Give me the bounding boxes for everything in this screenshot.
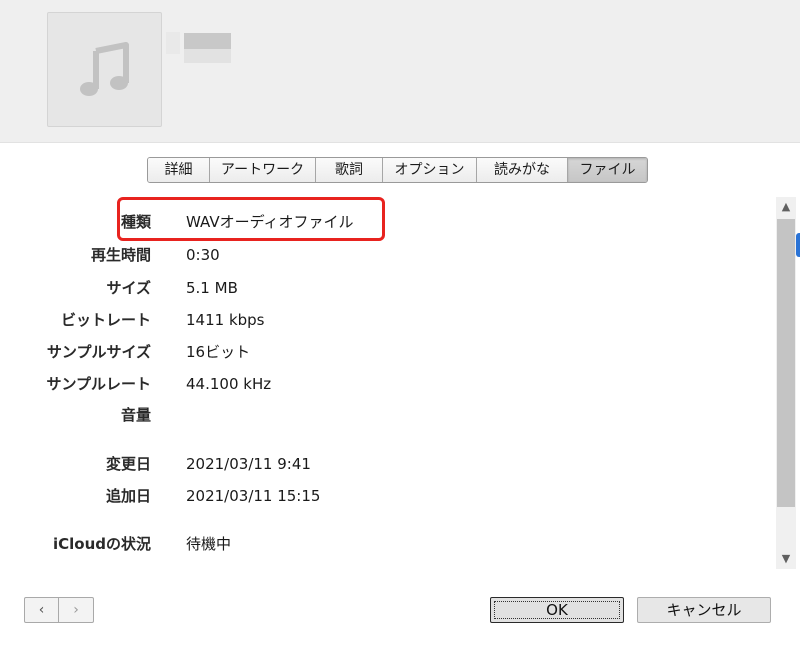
cancel-button[interactable]: キャンセル: [637, 597, 771, 623]
info-row-icloud: iCloudの状況 待機中: [0, 532, 775, 556]
info-row-sample-rate: サンプルレート 44.100 kHz: [0, 372, 775, 396]
modified-value: 2021/03/11 9:41: [186, 455, 311, 473]
focus-ring: [494, 601, 620, 619]
ok-button[interactable]: OK: [490, 597, 624, 623]
window-edge-accent: [796, 233, 800, 257]
volume-label: 音量: [120, 406, 151, 424]
icloud-value: 待機中: [186, 535, 232, 553]
tab-file[interactable]: ファイル: [568, 158, 647, 182]
tab-details[interactable]: 詳細: [148, 158, 210, 182]
tab-options[interactable]: オプション: [383, 158, 477, 182]
scroll-up-icon[interactable]: ▲: [776, 197, 796, 217]
info-row-volume: 音量: [0, 403, 775, 427]
tab-sorting[interactable]: 読みがな: [477, 158, 568, 182]
previous-track-button[interactable]: ‹: [25, 598, 59, 622]
tab-artwork[interactable]: アートワーク: [210, 158, 316, 182]
track-nav: ‹ ›: [24, 597, 94, 623]
size-label: サイズ: [106, 279, 151, 297]
sample-rate-label: サンプルレート: [46, 375, 151, 393]
duration-value: 0:30: [186, 246, 220, 264]
info-row-added: 追加日 2021/03/11 15:15: [0, 484, 775, 508]
info-scrollbar[interactable]: ▲ ▼: [776, 197, 796, 569]
added-value: 2021/03/11 15:15: [186, 487, 321, 505]
tab-lyrics[interactable]: 歌詞: [316, 158, 383, 182]
scroll-down-icon[interactable]: ▼: [776, 549, 796, 569]
duration-label: 再生時間: [90, 246, 151, 264]
icloud-label: iCloudの状況: [52, 535, 151, 553]
music-note-icon: [80, 42, 129, 96]
tab-bar: 詳細 アートワーク 歌詞 オプション 読みがな ファイル: [147, 157, 648, 183]
sample-size-label: サンプルサイズ: [46, 343, 151, 361]
file-info-panel: 種類 WAVオーディオファイル 再生時間 0:30 サイズ 5.1 MB ビット…: [0, 198, 775, 570]
next-track-button[interactable]: ›: [59, 598, 93, 622]
scroll-thumb[interactable]: [777, 219, 795, 507]
info-row-sample-size: サンプルサイズ 16ビット: [0, 340, 775, 364]
size-value: 5.1 MB: [186, 279, 238, 297]
info-row-modified: 変更日 2021/03/11 9:41: [0, 452, 775, 476]
info-row-bitrate: ビットレート 1411 kbps: [0, 308, 775, 332]
info-row-duration: 再生時間 0:30: [0, 243, 775, 267]
artist-redacted: [184, 49, 231, 63]
sample-size-value: 16ビット: [186, 343, 251, 361]
album-artwork[interactable]: [47, 12, 162, 127]
title-placeholder-shadow: [166, 32, 180, 54]
info-row-size: サイズ 5.1 MB: [0, 276, 775, 300]
modified-label: 変更日: [105, 455, 151, 473]
sample-rate-value: 44.100 kHz: [186, 375, 272, 393]
song-title-redacted: [184, 33, 231, 49]
highlight-box: [117, 197, 385, 241]
dialog-header: [0, 0, 800, 143]
bitrate-label: ビットレート: [60, 311, 151, 329]
bitrate-value: 1411 kbps: [186, 311, 265, 329]
added-label: 追加日: [105, 487, 151, 505]
